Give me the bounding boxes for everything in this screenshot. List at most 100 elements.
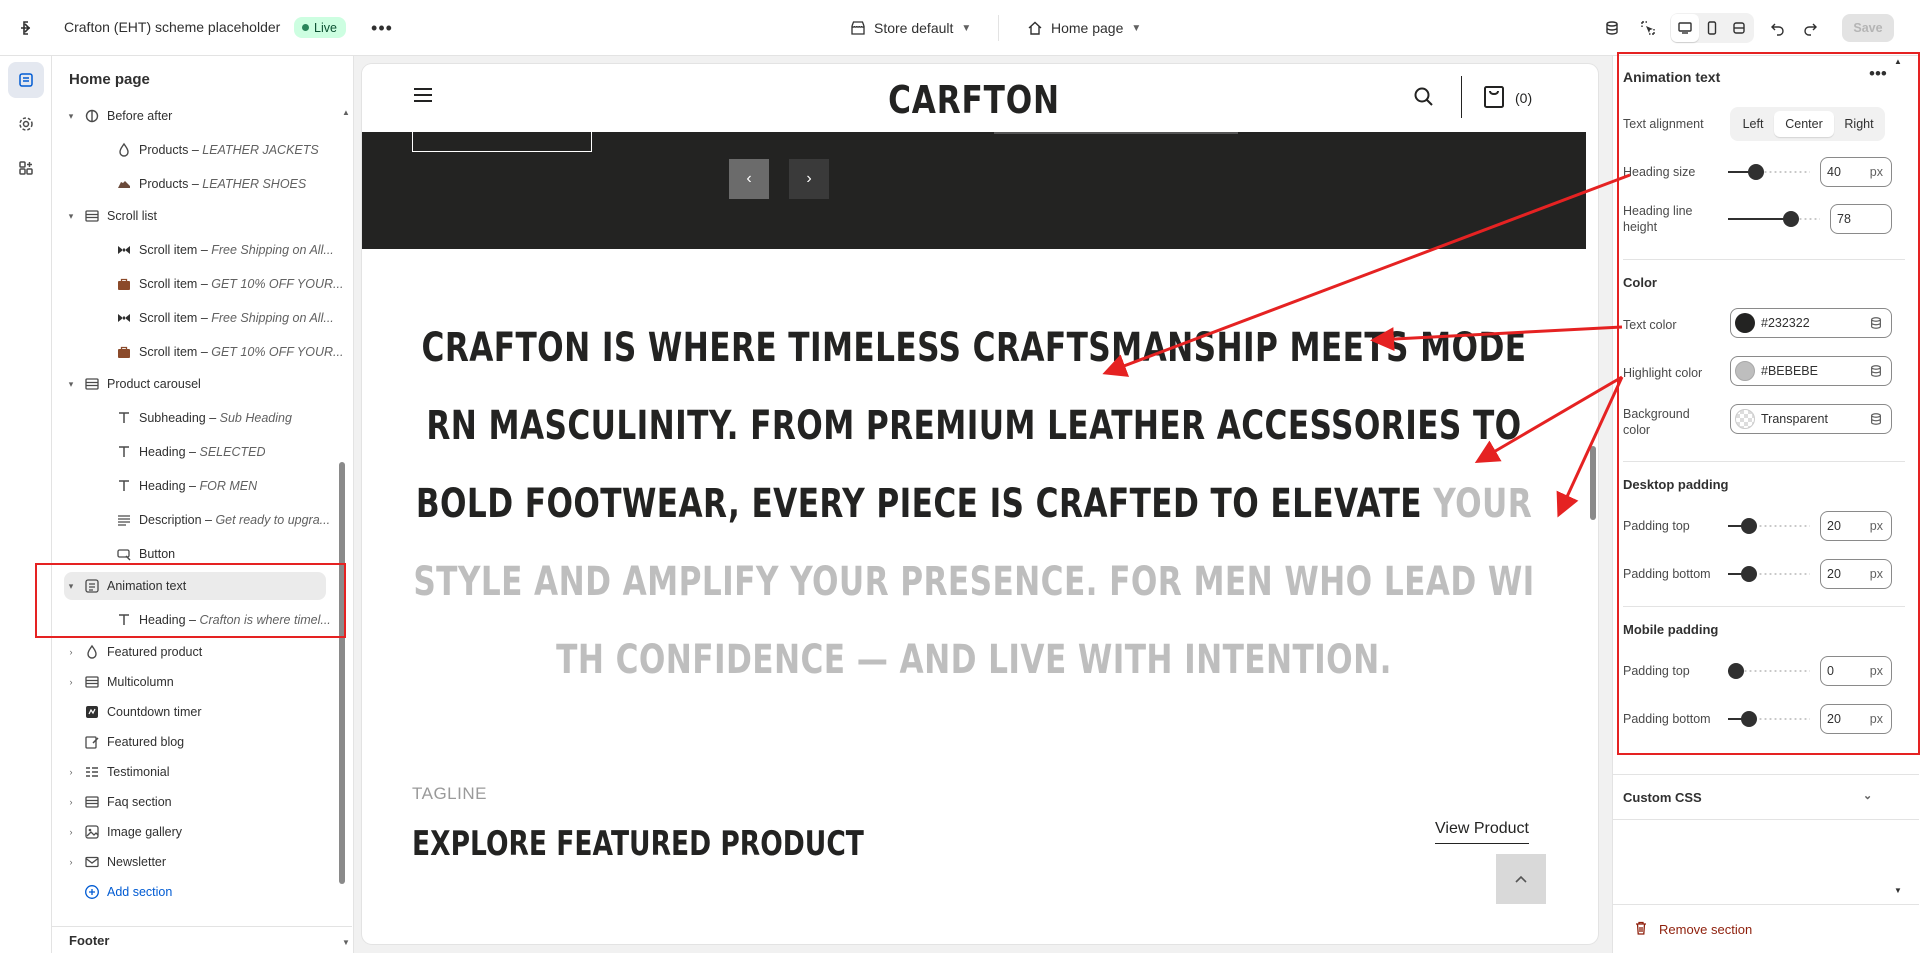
desktop-padding-bottom-slider[interactable]	[1728, 566, 1810, 582]
chevron-down-icon[interactable]: ▾	[64, 111, 78, 122]
tree-item-separator: –	[205, 411, 220, 425]
tree-item[interactable]: ▾ Scroll list	[64, 202, 157, 230]
tree-item[interactable]: Countdown timer	[64, 698, 202, 726]
slide-prev-button[interactable]: ‹	[729, 159, 769, 199]
chevron-right-icon[interactable]: ›	[64, 767, 78, 777]
tree-item[interactable]: Scroll item – Free Shipping on All...	[80, 304, 334, 332]
tree-item[interactable]: Heading – Crafton is where timel...	[80, 606, 331, 634]
tree-item[interactable]: › Faq section	[64, 788, 172, 816]
scroll-up-icon[interactable]: ▲	[1894, 57, 1902, 66]
tree-item[interactable]: Featured blog	[64, 728, 184, 756]
slide-button-outline[interactable]	[412, 132, 592, 152]
settings-icon[interactable]	[8, 106, 44, 142]
mobile-icon[interactable]	[1698, 14, 1726, 42]
transparent-swatch[interactable]	[1735, 409, 1755, 429]
tree-item[interactable]: ▾ Product carousel	[64, 370, 201, 398]
desktop-padding-top-input[interactable]: 20 px	[1820, 511, 1892, 541]
animation-text-heading[interactable]: CRAFTON IS WHERE TIMELESS CRAFTSMANSHIP …	[412, 309, 1536, 699]
tree-item[interactable]: Heading – SELECTED	[80, 438, 265, 466]
tree-item-separator: –	[188, 177, 203, 191]
undo-icon[interactable]	[1764, 14, 1792, 42]
slide-next-button[interactable]: ›	[789, 159, 829, 199]
footer-group[interactable]: Footer	[52, 926, 352, 953]
save-button[interactable]: Save	[1842, 14, 1894, 42]
fullwidth-icon[interactable]	[1725, 14, 1753, 42]
apps-icon[interactable]	[8, 150, 44, 186]
line-height-slider[interactable]	[1728, 211, 1820, 227]
tree-item[interactable]: Subheading – Sub Heading	[80, 404, 292, 432]
sidebar-scrollbar[interactable]	[338, 102, 346, 892]
more-icon[interactable]: •••	[368, 14, 396, 42]
view-product-link[interactable]: View Product	[1435, 820, 1529, 844]
database-icon[interactable]	[1869, 364, 1883, 378]
menu-icon[interactable]	[414, 88, 432, 104]
tree-item[interactable]: › Multicolumn	[64, 668, 174, 696]
chevron-right-icon[interactable]: ›	[64, 857, 78, 867]
tree-item[interactable]: Products – LEATHER SHOES	[80, 170, 306, 198]
tree-item[interactable]: Scroll item – GET 10% OFF YOUR...	[80, 270, 343, 298]
mobile-padding-top-input[interactable]: 0 px	[1820, 656, 1892, 686]
align-center-button[interactable]: Center	[1774, 111, 1834, 137]
tree-item[interactable]: Scroll item – Free Shipping on All...	[80, 236, 334, 264]
text-color-picker[interactable]: #232322	[1730, 308, 1892, 338]
sections-icon[interactable]	[8, 62, 44, 98]
desktop-padding-top-slider[interactable]	[1728, 518, 1810, 534]
align-left-button[interactable]: Left	[1734, 111, 1772, 137]
mobile-padding-top-label: Padding top	[1623, 664, 1690, 678]
database-icon[interactable]	[1598, 14, 1626, 42]
mobile-padding-bottom-slider[interactable]	[1728, 711, 1810, 727]
chevron-right-icon[interactable]: ›	[64, 647, 78, 657]
tree-item[interactable]: Button	[80, 540, 175, 568]
chevron-right-icon[interactable]: ›	[64, 677, 78, 687]
tree-item[interactable]: › Newsletter	[64, 848, 167, 876]
custom-css-label: Custom CSS	[1623, 790, 1702, 805]
tree-item[interactable]: › Featured product	[64, 638, 202, 666]
tree-item[interactable]: Scroll item – GET 10% OFF YOUR...	[80, 338, 343, 366]
preview-scrollbar[interactable]	[1588, 64, 1598, 944]
highlight-color-swatch[interactable]	[1735, 361, 1755, 381]
heading-size-slider[interactable]	[1728, 164, 1810, 180]
store-selector[interactable]: Store default ▼	[850, 16, 971, 40]
chevron-down-icon[interactable]: ▾	[64, 379, 78, 390]
heading-size-input[interactable]: 40 px	[1820, 157, 1892, 187]
database-icon[interactable]	[1869, 412, 1883, 426]
highlight-color-picker[interactable]: #BEBEBE	[1730, 356, 1892, 386]
tree-item[interactable]: Heading – FOR MEN	[80, 472, 257, 500]
preview-scroll-thumb[interactable]	[1590, 446, 1596, 520]
tree-item[interactable]: Products – LEATHER JACKETS	[80, 136, 319, 164]
mobile-padding-bottom-input[interactable]: 20 px	[1820, 704, 1892, 734]
align-right-button[interactable]: Right	[1836, 111, 1882, 137]
cart-icon[interactable]	[1482, 85, 1506, 109]
chevron-right-icon[interactable]: ›	[64, 797, 78, 807]
tree-item-label: Multicolumn	[107, 675, 174, 689]
tree-item[interactable]: Description – Get ready to upgra...	[80, 506, 330, 534]
database-icon[interactable]	[1869, 316, 1883, 330]
chevron-down-icon[interactable]: ▾	[64, 581, 78, 592]
inspector-icon[interactable]	[1634, 14, 1662, 42]
store-logo[interactable]: CARFTON	[472, 78, 1476, 122]
search-icon[interactable]	[1413, 86, 1435, 108]
text-color-swatch[interactable]	[1735, 313, 1755, 333]
desktop-padding-bottom-input[interactable]: 20 px	[1820, 559, 1892, 589]
scroll-down-icon[interactable]: ▼	[1894, 886, 1902, 895]
redo-icon[interactable]	[1796, 14, 1824, 42]
tree-item[interactable]: ▾ Before after	[64, 102, 173, 130]
page-selector[interactable]: Home page ▼	[1027, 16, 1141, 40]
chevron-right-icon[interactable]: ›	[64, 827, 78, 837]
tree-item[interactable]: › Image gallery	[64, 818, 183, 846]
sidebar-scroll-thumb[interactable]	[339, 462, 345, 884]
remove-section-button[interactable]: Remove section	[1613, 904, 1919, 953]
line-height-input[interactable]: 78	[1830, 204, 1892, 234]
custom-css-collapsible[interactable]: Custom CSS ⌄	[1613, 774, 1919, 820]
mobile-padding-top-slider[interactable]	[1728, 663, 1810, 679]
background-color-picker[interactable]: Transparent	[1730, 404, 1892, 434]
desktop-icon[interactable]	[1671, 14, 1699, 42]
tree-item[interactable]: › Testimonial	[64, 758, 170, 786]
tree-item[interactable]: ▾ Animation text	[64, 572, 326, 600]
chevron-down-icon[interactable]: ▾	[64, 211, 78, 222]
back-to-top-button[interactable]	[1496, 854, 1546, 904]
exit-icon[interactable]	[18, 16, 42, 40]
more-icon[interactable]: •••	[1869, 64, 1887, 84]
add-section-button[interactable]: Add section	[84, 878, 172, 906]
background-color-label: Background color	[1623, 407, 1690, 437]
